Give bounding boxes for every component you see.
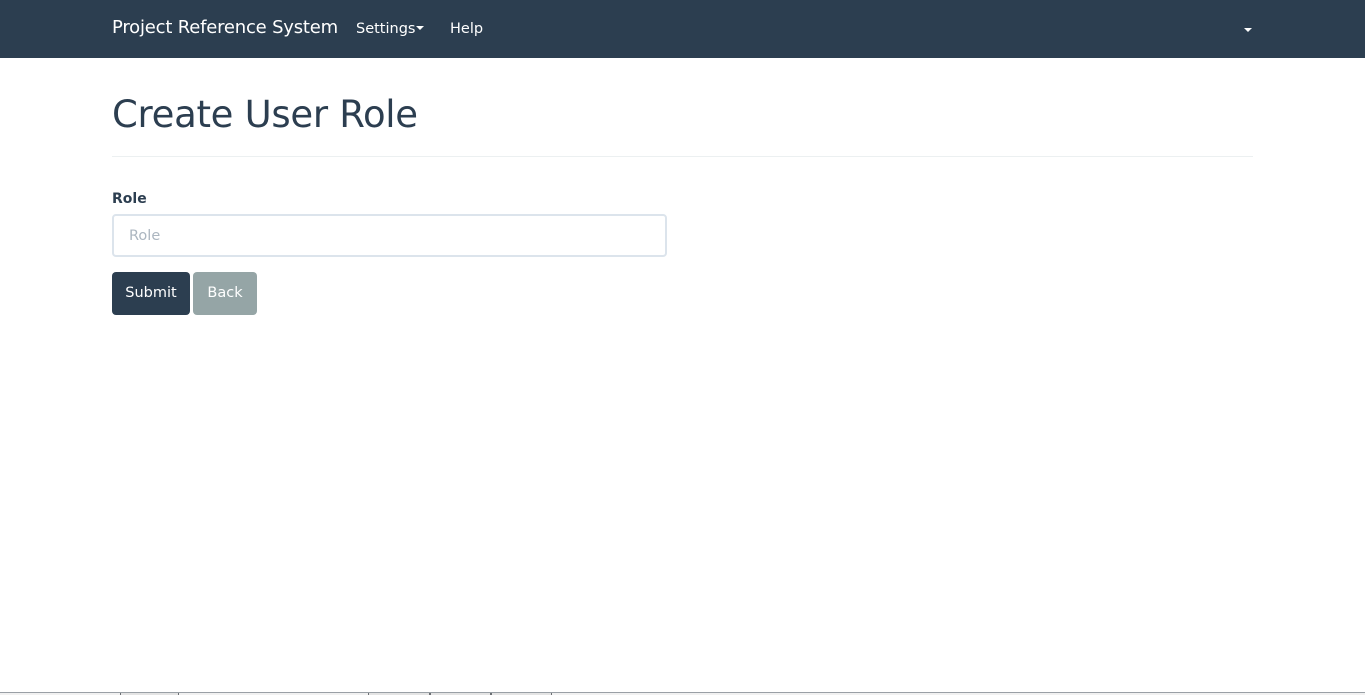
title-divider [112,156,1253,157]
settings-menu-label: Settings [356,21,416,37]
chevron-down-icon [416,26,425,30]
top-navbar: Project Reference System Settings Help [0,0,1365,58]
submit-button[interactable]: Submit [112,272,190,315]
user-menu-dropdown[interactable] [1238,19,1258,39]
brand-link[interactable]: Project Reference System [112,16,338,40]
back-button[interactable]: Back [193,272,257,315]
role-label: Role [112,191,147,207]
settings-menu[interactable]: Settings [356,19,425,39]
role-input[interactable] [112,214,667,257]
help-link[interactable]: Help [450,19,483,39]
chevron-down-icon [1244,28,1252,32]
page-title: Create User Role [112,93,418,136]
